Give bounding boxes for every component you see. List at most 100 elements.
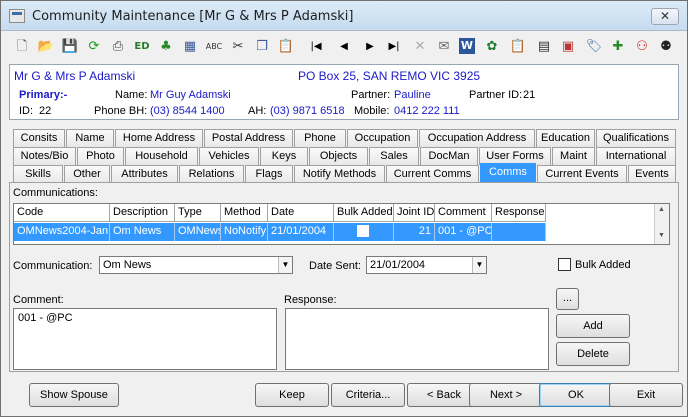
tab-occupation[interactable]: Occupation	[347, 129, 418, 147]
add-note-icon[interactable]: ✚	[609, 38, 627, 56]
cell-response[interactable]	[492, 223, 546, 241]
next-icon[interactable]: ▶	[361, 38, 379, 56]
tab-flags[interactable]: Flags	[245, 165, 293, 183]
group-icon[interactable]: ⚉	[657, 38, 675, 56]
column-header-method[interactable]: Method	[221, 204, 268, 222]
communication-select[interactable]: Om News ▼	[99, 256, 293, 274]
column-header-joint-id[interactable]: Joint ID	[394, 204, 435, 222]
app-icon	[9, 9, 25, 23]
column-header-response[interactable]: Response	[492, 204, 546, 222]
tab-education[interactable]: Education	[536, 129, 595, 147]
cell-description[interactable]: Om News	[110, 223, 175, 241]
communications-grid[interactable]: Code Description Type Method Date Bulk A…	[13, 203, 670, 245]
tab-phone[interactable]: Phone	[294, 129, 346, 147]
tab-notify-methods[interactable]: Notify Methods	[294, 165, 385, 183]
prev-icon[interactable]: ◀	[335, 38, 353, 56]
date-sent-label: Date Sent:	[309, 260, 361, 272]
bulk-added-cell-checkbox[interactable]	[357, 225, 369, 237]
tab-occupation-address[interactable]: Occupation Address	[419, 129, 535, 147]
calendar-dropdown-icon[interactable]: ▼	[472, 257, 486, 273]
tab-qualifications[interactable]: Qualifications	[596, 129, 676, 147]
tab-vehicles[interactable]: Vehicles	[199, 147, 259, 165]
keep-button[interactable]: Keep	[255, 383, 329, 407]
cell-date[interactable]: 21/01/2004	[268, 223, 334, 241]
tab-international[interactable]: International	[596, 147, 676, 165]
tab-home-address[interactable]: Home Address	[115, 129, 203, 147]
exit-button[interactable]: Exit	[609, 383, 683, 407]
tab-objects[interactable]: Objects	[309, 147, 368, 165]
people-icon[interactable]: ⚇	[633, 38, 651, 56]
cell-method[interactable]: NoNotify	[221, 223, 268, 241]
cell-bulk-added[interactable]	[334, 223, 394, 241]
title-bar[interactable]: Community Maintenance [Mr G & Mrs P Adam…	[1, 1, 687, 31]
tab-current-events[interactable]: Current Events	[537, 165, 627, 183]
column-header-bulk-added[interactable]: Bulk Added	[334, 204, 394, 222]
save-icon[interactable]: 💾	[61, 38, 79, 56]
date-sent-picker[interactable]: 21/01/2004 ▼	[366, 256, 487, 274]
tab-events[interactable]: Events	[628, 165, 676, 183]
comment-textarea[interactable]: 001 - @PC	[13, 308, 277, 370]
ok-button[interactable]: OK	[539, 383, 613, 407]
tab-name[interactable]: Name	[66, 129, 114, 147]
close-button[interactable]: ✕	[651, 8, 679, 25]
tab-sales[interactable]: Sales	[369, 147, 419, 165]
tab-other[interactable]: Other	[64, 165, 110, 183]
criteria-button[interactable]: Criteria...	[331, 383, 405, 407]
delete-button[interactable]: Delete	[556, 342, 630, 366]
column-header-comment[interactable]: Comment	[435, 204, 492, 222]
cell-code[interactable]: OMNews2004-Jan	[14, 223, 110, 241]
tab-docman[interactable]: DocMan	[420, 147, 478, 165]
contact-name: Mr G & Mrs P Adamski	[14, 69, 136, 83]
tab-maint[interactable]: Maint	[552, 147, 595, 165]
edit-id-icon[interactable]: ED	[133, 38, 151, 56]
tab-keys[interactable]: Keys	[260, 147, 308, 165]
last-icon[interactable]: ▶|	[385, 38, 403, 56]
tab-comms[interactable]: Comms	[480, 163, 536, 183]
tab-skills[interactable]: Skills	[13, 165, 63, 183]
cell-type[interactable]: OMNews	[175, 223, 221, 241]
show-spouse-button[interactable]: Show Spouse	[29, 383, 119, 407]
delete-icon[interactable]: ✕	[411, 38, 429, 56]
column-header-date[interactable]: Date	[268, 204, 334, 222]
calendar-icon[interactable]: ▤	[535, 38, 553, 56]
new-icon[interactable]: 🗋	[13, 38, 31, 56]
tab-relations[interactable]: Relations	[179, 165, 244, 183]
cell-joint-id[interactable]: 21	[394, 223, 435, 241]
refresh-icon[interactable]: ⟳	[85, 38, 103, 56]
tab-notes-bio[interactable]: Notes/Bio	[13, 147, 76, 165]
scroll-down-icon[interactable]: ▼	[658, 232, 665, 239]
add-button[interactable]: Add	[556, 314, 630, 338]
cell-comment[interactable]: 001 - @PC	[435, 223, 492, 241]
tab-consits[interactable]: Consits	[13, 129, 65, 147]
open-icon[interactable]: 📂	[37, 38, 55, 56]
email-icon[interactable]: ✉	[435, 38, 453, 56]
chevron-down-icon[interactable]: ▼	[278, 257, 292, 273]
browse-button[interactable]: ...	[556, 288, 579, 310]
excel-icon[interactable]: ✿	[483, 38, 501, 56]
tag-icon[interactable]: 🏷	[585, 38, 603, 56]
scroll-up-icon[interactable]: ▲	[658, 206, 665, 213]
tab-current-comms[interactable]: Current Comms	[386, 165, 479, 183]
bulk-added-checkbox[interactable]	[558, 258, 571, 271]
column-header-type[interactable]: Type	[175, 204, 221, 222]
tab-household[interactable]: Household	[125, 147, 198, 165]
column-header-code[interactable]: Code	[14, 204, 110, 222]
spellcheck-icon[interactable]: ABC	[205, 38, 223, 56]
clipboard-icon[interactable]: 📋	[509, 38, 527, 56]
tab-attributes[interactable]: Attributes	[111, 165, 178, 183]
response-textarea[interactable]	[285, 308, 549, 370]
paste-icon[interactable]: 📋	[277, 38, 295, 56]
copy-icon[interactable]: ❐	[253, 38, 271, 56]
grid-scrollbar[interactable]: ▲ ▼	[654, 204, 669, 244]
tab-postal-address[interactable]: Postal Address	[204, 129, 293, 147]
tab-photo[interactable]: Photo	[77, 147, 124, 165]
tree-icon[interactable]: ♣	[157, 38, 175, 56]
column-header-description[interactable]: Description	[110, 204, 175, 222]
word-icon[interactable]: W	[459, 38, 475, 54]
first-icon[interactable]: |◀	[307, 38, 325, 56]
calculator-icon[interactable]: ▦	[181, 38, 199, 56]
cut-icon[interactable]: ✂	[229, 38, 247, 56]
report-icon[interactable]: ▣	[559, 38, 577, 56]
next-button[interactable]: Next >	[469, 383, 543, 407]
print-icon[interactable]: ⎙	[109, 38, 127, 56]
